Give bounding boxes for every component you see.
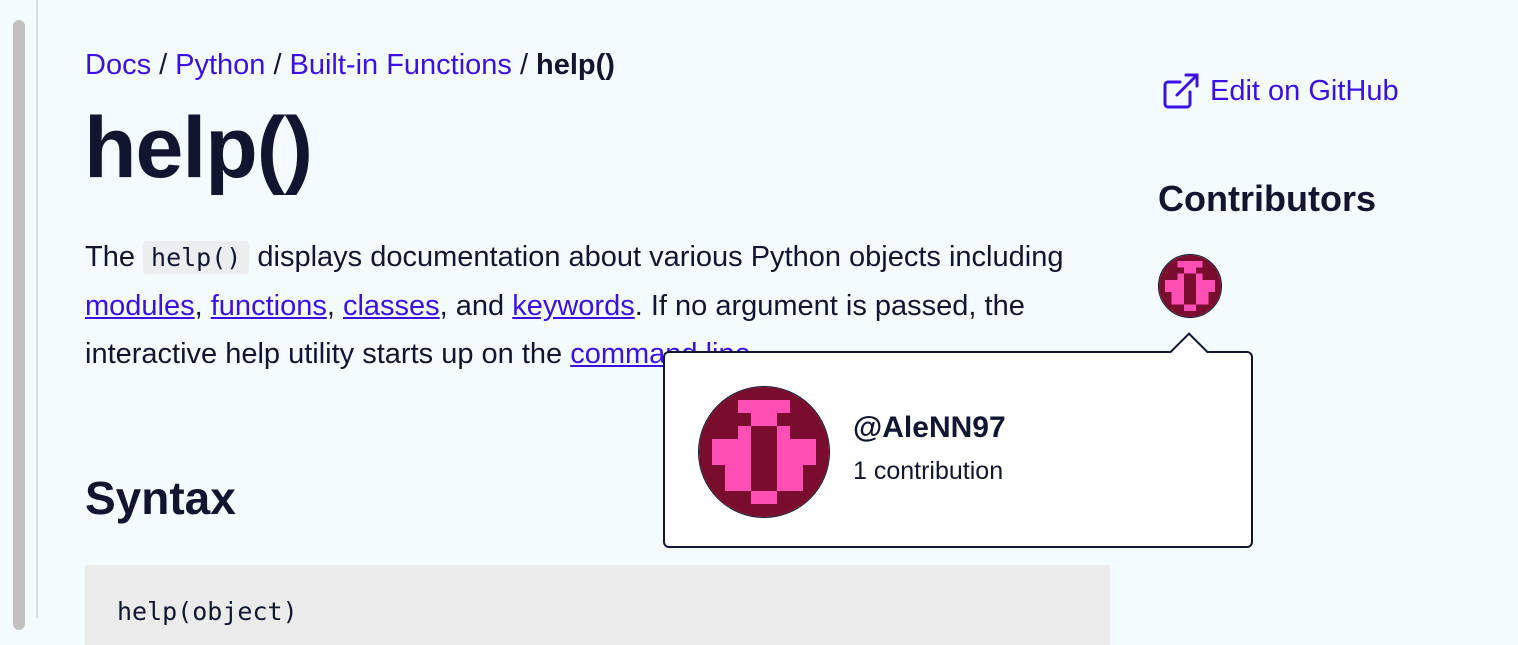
breadcrumb-separator: / xyxy=(519,49,528,81)
intro-text: , and xyxy=(439,290,513,322)
intro-text: , xyxy=(326,290,343,322)
contributors-heading: Contributors xyxy=(1158,178,1376,219)
breadcrumb-separator: / xyxy=(273,49,282,81)
breadcrumb-current: help() xyxy=(536,49,615,81)
popover-arrow xyxy=(1169,332,1209,372)
syntax-code-block: help(object) xyxy=(85,565,1110,645)
breadcrumb-python[interactable]: Python xyxy=(175,49,265,81)
link-keywords[interactable]: keywords xyxy=(512,290,635,322)
scrollbar-thumb[interactable] xyxy=(13,20,25,630)
popover-avatar[interactable] xyxy=(698,386,830,518)
breadcrumb: Docs / Python / Built-in Functions / help() xyxy=(85,46,615,84)
link-modules[interactable]: modules xyxy=(85,290,195,322)
avatar-image xyxy=(699,387,829,517)
intro-text: displays documentation about various Pyt… xyxy=(249,241,1064,273)
breadcrumb-separator: / xyxy=(159,49,168,81)
edit-on-github-label: Edit on GitHub xyxy=(1210,74,1399,107)
contributor-avatar[interactable] xyxy=(1158,254,1222,318)
contributor-popover: @AleNN97 1 contribution xyxy=(663,332,1253,548)
external-link-icon xyxy=(1163,73,1199,109)
breadcrumb-docs[interactable]: Docs xyxy=(85,49,151,81)
inline-code: help() xyxy=(143,241,250,274)
avatar-image xyxy=(1159,255,1221,317)
breadcrumb-built-in-functions[interactable]: Built-in Functions xyxy=(290,49,512,81)
syntax-code: help(object) xyxy=(117,597,298,626)
link-classes[interactable]: classes xyxy=(343,290,440,322)
edit-on-github-link[interactable]: Edit on GitHub xyxy=(1160,70,1399,112)
intro-text: , xyxy=(194,290,211,322)
page-title: help() xyxy=(84,100,313,196)
link-functions[interactable]: functions xyxy=(211,290,327,322)
scrollbar-track[interactable] xyxy=(0,0,38,630)
syntax-heading: Syntax xyxy=(85,472,236,524)
contributor-username[interactable]: @AleNN97 xyxy=(853,411,1006,445)
contribution-count: 1 contribution xyxy=(853,457,1004,485)
intro-text: The xyxy=(85,241,144,273)
